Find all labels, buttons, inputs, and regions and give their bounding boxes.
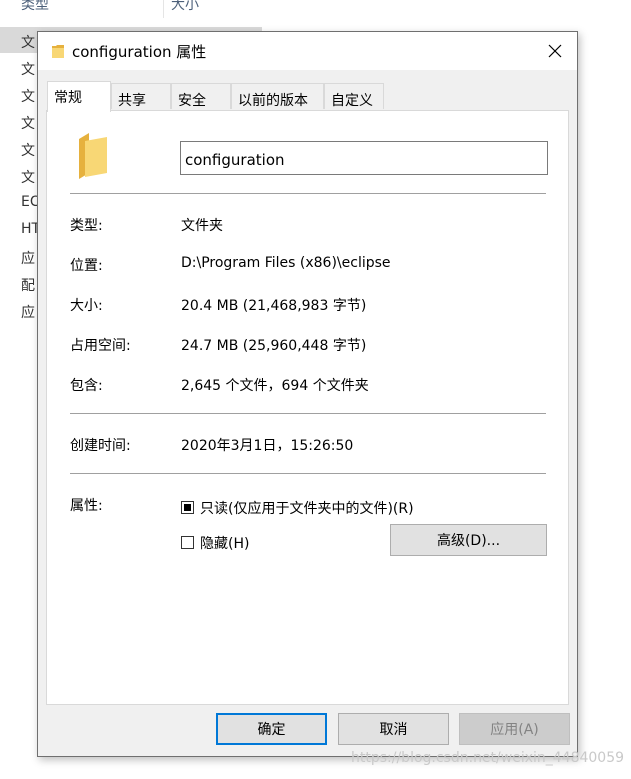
list-item[interactable]: 文 [21,113,35,133]
column-size[interactable]: 大小 [171,0,199,14]
dialog-titlebar[interactable]: configuration 属性 [38,32,577,70]
hidden-label[interactable]: 隐藏(H) [200,533,249,553]
readonly-label[interactable]: 只读(仅应用于文件夹中的文件)(R) [200,498,414,518]
contains-label: 包含: [70,378,103,394]
properties-dialog: configuration 属性 常规 共享 安全 以前的版本 自定义 类型: … [37,31,578,757]
tab-previous-versions[interactable]: 以前的版本 [231,83,324,109]
column-type[interactable]: 类型 [21,0,49,14]
tab-customize[interactable]: 自定义 [324,83,384,109]
created-value: 2020年3月1日，15:26:50 [181,438,354,454]
readonly-checkbox[interactable] [181,501,194,514]
general-panel: 类型: 文件夹 位置: D:\Program Files (x86)\eclip… [46,110,569,705]
size-on-disk-value: 24.7 MB (25,960,448 字节) [181,338,367,354]
dialog-title: configuration 属性 [72,43,207,61]
list-item[interactable]: 文 [21,167,35,187]
list-item[interactable]: 应 [21,248,35,268]
folder-name-input[interactable] [180,141,548,175]
location-value: D:\Program Files (x86)\eclipse [181,255,391,271]
type-value: 文件夹 [181,218,223,234]
list-item[interactable]: 文 [21,140,35,160]
hidden-checkbox[interactable] [181,536,194,549]
created-label: 创建时间: [70,438,131,454]
cancel-button[interactable]: 取消 [338,713,449,745]
type-label: 类型: [70,218,103,234]
divider [70,193,546,194]
watermark: https://blog.csdn.net/weixin_44840059 [351,750,625,766]
list-item[interactable]: 文 [21,32,35,52]
attributes-label: 属性: [70,498,103,514]
ok-button[interactable]: 确定 [216,713,327,745]
location-label: 位置: [70,258,103,274]
list-item[interactable]: 文 [21,86,35,106]
tab-security[interactable]: 安全 [171,83,231,109]
divider [70,413,546,414]
list-item[interactable]: 文 [21,59,35,79]
folder-icon [52,43,64,58]
advanced-button[interactable]: 高级(D)... [390,524,547,556]
close-icon [548,44,562,58]
tab-general[interactable]: 常规 [47,81,111,112]
list-item[interactable]: 应 [21,302,35,322]
column-separator [163,0,164,18]
divider [70,473,546,474]
tab-sharing[interactable]: 共享 [111,83,171,109]
explorer-column-header: 类型 大小 [0,0,262,18]
list-item[interactable]: 配 [21,275,35,295]
close-button[interactable] [541,38,569,64]
apply-button[interactable]: 应用(A) [459,713,570,745]
size-on-disk-label: 占用空间: [70,338,131,354]
contains-value: 2,645 个文件，694 个文件夹 [181,378,369,394]
size-value: 20.4 MB (21,468,983 字节) [181,298,367,314]
folder-icon [77,133,109,179]
size-label: 大小: [70,298,103,314]
